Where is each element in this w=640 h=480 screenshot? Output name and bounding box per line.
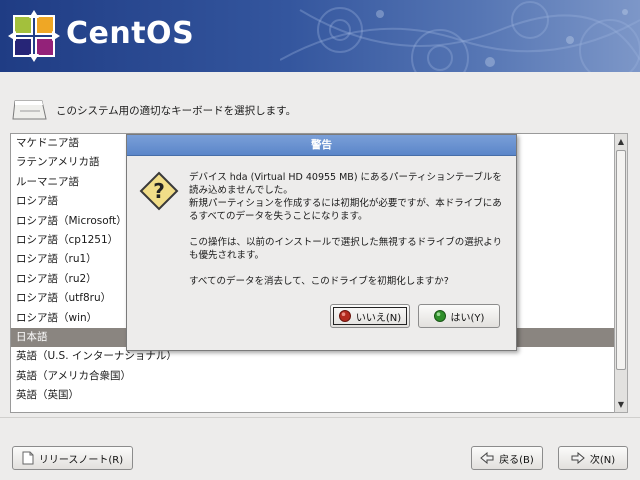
list-item[interactable]: 英語（英国） bbox=[11, 386, 614, 405]
footer-separator bbox=[0, 417, 640, 418]
no-button-label: いいえ(N) bbox=[355, 312, 402, 324]
centos-logo-text: CentOS bbox=[66, 16, 195, 51]
next-button-label: 次(N) bbox=[589, 454, 616, 466]
centos-banner: CentOS bbox=[0, 0, 640, 72]
yes-button-label: はい(Y) bbox=[450, 312, 485, 324]
green-circle-icon bbox=[433, 310, 446, 322]
back-button-label: 戻る(B) bbox=[499, 454, 534, 466]
no-button[interactable]: いいえ(N) bbox=[330, 304, 410, 328]
red-circle-icon bbox=[338, 310, 351, 322]
yes-button[interactable]: はい(Y) bbox=[418, 304, 500, 328]
back-arrow-icon bbox=[480, 452, 494, 464]
dialog-paragraph-2: この操作は、以前のインストールで選択した無視するドライブの選択よりも優先されます… bbox=[189, 237, 503, 261]
document-icon bbox=[22, 451, 34, 465]
dialog-message: デバイス hda (Virtual HD 40955 MB) にあるパーティショ… bbox=[189, 171, 509, 301]
question-icon: ? bbox=[139, 171, 179, 211]
next-button[interactable]: 次(N) bbox=[558, 446, 628, 470]
dialog-paragraph-1: デバイス hda (Virtual HD 40955 MB) にあるパーティショ… bbox=[189, 172, 502, 222]
svg-text:?: ? bbox=[153, 179, 165, 203]
next-arrow-icon bbox=[571, 452, 585, 464]
back-button[interactable]: 戻る(B) bbox=[471, 446, 543, 470]
warning-dialog: 警告 ? デバイス hda (Virtual HD 40955 MB) にあるパ… bbox=[126, 134, 517, 351]
keyboard-prompt: このシステム用の適切なキーボードを選択します。 bbox=[12, 98, 296, 122]
dialog-title: 警告 bbox=[127, 135, 516, 156]
scrollbar-thumb[interactable] bbox=[616, 150, 626, 370]
dialog-paragraph-3: すべてのデータを消去して、このドライブを初期化しますか? bbox=[189, 276, 449, 287]
scroll-up-arrow-icon[interactable]: ▲ bbox=[615, 135, 627, 148]
release-notes-label: リリースノート(R) bbox=[38, 454, 124, 466]
release-notes-button[interactable]: リリースノート(R) bbox=[12, 446, 133, 470]
keyboard-icon bbox=[12, 100, 47, 120]
list-scrollbar[interactable]: ▲ ▼ bbox=[614, 133, 628, 413]
floral-decoration-icon bbox=[280, 1, 640, 72]
prompt-text: このシステム用の適切なキーボードを選択します。 bbox=[56, 104, 297, 117]
centos-pinwheel-icon bbox=[8, 10, 60, 62]
list-item[interactable]: 英語（アメリカ合衆国） bbox=[11, 367, 614, 386]
scroll-down-arrow-icon[interactable]: ▼ bbox=[615, 398, 627, 411]
